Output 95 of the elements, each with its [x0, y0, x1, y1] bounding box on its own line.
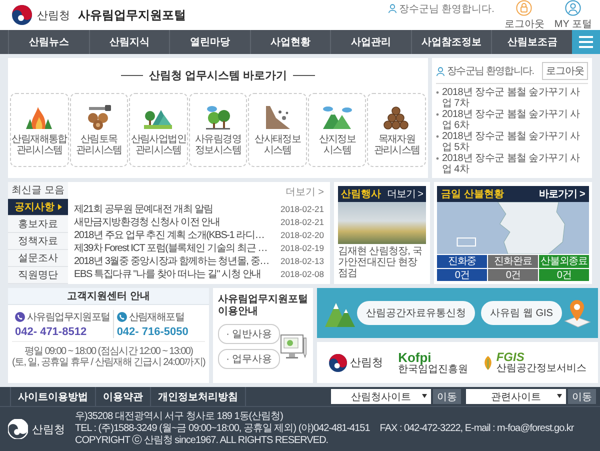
status-count: 0건: [539, 268, 589, 281]
map-pin-icon: [562, 297, 592, 329]
photo-caption: 김재현 산림청장, 국가안전대진단 현장 점검: [338, 246, 423, 279]
nav-item[interactable]: 산림뉴스: [8, 30, 89, 54]
user-icon: [436, 66, 445, 76]
post-title[interactable]: EBS 특집다큐 "나를 찾아 떠나는 길" 시청 안내: [74, 266, 261, 280]
board-tab[interactable]: 공지사항: [8, 199, 68, 216]
board-tab[interactable]: 정책자료: [8, 233, 68, 250]
nav-item[interactable]: 사업현황: [250, 30, 330, 54]
logout-button[interactable]: 로그아웃: [542, 62, 588, 80]
logo-text: 한국임업진흥원: [398, 364, 468, 374]
panel-title: 산림행사: [341, 188, 381, 201]
leaf-icon: [483, 356, 494, 370]
contact-text: TEL : (주)1588-3249 (월~금 09:00~18:00, 공휴일 제외) (야)042-481-4151: [75, 423, 370, 434]
system-shortcut[interactable]: 산림토목 관리시스템: [70, 93, 128, 167]
post-date: 2018-02-21: [280, 216, 324, 226]
logout-button[interactable]: 로그아웃: [504, 0, 544, 30]
footer-link[interactable]: 개인정보처리방침: [151, 387, 246, 406]
nav-item[interactable]: 사업참조정보: [410, 30, 492, 54]
caret-icon: [422, 394, 427, 398]
panel-title: 사유림업무지원포털 이용안내: [218, 294, 308, 318]
system-shortcut[interactable]: 목재자원 관리시스템: [367, 93, 426, 167]
board-tab[interactable]: 설문조사: [8, 250, 68, 267]
phone-number: 042- 471-8512: [15, 326, 88, 338]
logo-icon: [328, 354, 347, 372]
logo-icon: [12, 5, 32, 25]
system-shortcut[interactable]: 사유림경영 정보시스템: [188, 93, 248, 167]
more-link[interactable]: 더보기 >: [386, 187, 423, 201]
caret-icon: [557, 394, 562, 398]
address-text: 우)35208 대전광역시 서구 청사로 189 1동(산림청): [75, 411, 284, 423]
phone-icon: [116, 312, 127, 322]
status-count: 0건: [488, 268, 538, 281]
contact-name: 산림재해포털: [128, 311, 184, 324]
board-tab[interactable]: 홍보자료: [8, 216, 68, 233]
post-title[interactable]: 2018년 주요 업무 추진 계획 소개(KBS-1 라디…: [74, 228, 264, 242]
menu-button[interactable]: [572, 30, 600, 54]
logo-text: 산림공간정보서비스: [496, 363, 586, 374]
site-select[interactable]: 관련사이트: [466, 389, 566, 404]
site-select[interactable]: 산림청사이트: [331, 389, 431, 404]
board-tab[interactable]: 직원명단: [8, 267, 68, 284]
post-title[interactable]: 새만금지방환경청 신청사 이전 안내: [74, 214, 220, 228]
nav-item[interactable]: 산림지식: [88, 30, 170, 54]
menu-icon: [579, 36, 594, 48]
post-date: 2018-02-19: [280, 242, 324, 252]
post-date: 2018-02-13: [280, 256, 324, 266]
hours-note: (토, 일, 공휴일 휴무 / 산림재해 긴급시 24:00까지): [12, 357, 206, 368]
nav-item[interactable]: 사업관리: [330, 30, 411, 54]
section-title: 산림청 업무시스템 바로가기: [148, 69, 288, 83]
system-shortcut[interactable]: 산림사업법인 관리시스템: [129, 93, 188, 167]
post-title[interactable]: 2018년 3월중 중앙시장과 함께하는 청년몰, 중…: [74, 254, 269, 268]
caret-icon: [58, 204, 62, 210]
phone-icon: [15, 312, 25, 322]
guide-button[interactable]: · 일반사용: [218, 324, 280, 344]
status-label: 진화중: [437, 255, 487, 268]
contact-name: 사유림업무지원포털: [27, 311, 110, 324]
banner-button[interactable]: 사유림 웹 GIS: [481, 301, 562, 325]
site-title: 사유림업무지원포털: [78, 6, 186, 24]
post-date: 2018-02-20: [280, 230, 324, 240]
footer-link[interactable]: 사이트이용방법: [10, 387, 96, 406]
go-button[interactable]: 이동: [568, 389, 596, 404]
copyright-text: COPYRIGHT ⓒ 산림청 since1967. ALL RIGHTS RESERVED.: [75, 435, 330, 447]
system-shortcut[interactable]: 산사태정보 시스템: [248, 93, 307, 167]
panel-title: 금일 산불현황: [441, 188, 504, 201]
logo-icon: [8, 419, 28, 439]
phone-number: 042- 716-5050: [116, 326, 190, 338]
status-count: 0건: [437, 268, 487, 281]
status-label: 진화완료: [488, 255, 538, 268]
status-label: 산불외종료: [539, 255, 589, 268]
system-shortcut[interactable]: 산림재해통합 관리시스템: [10, 93, 69, 167]
logo-text: Kofpi: [398, 350, 432, 364]
post-title[interactable]: 제39차 Forest ICT 포럼(블록체인 기술의 최근 …: [74, 240, 267, 254]
logo-text: 산림청: [350, 356, 383, 370]
contact-text: FAX : 042-472-3222, E-mail : m-foa@forest.go.kr: [380, 423, 574, 435]
greeting-text: 장수군님 환영합니다.: [398, 2, 494, 16]
logo-text: FGIS: [496, 351, 524, 363]
post-date: 2018-02-08: [280, 268, 324, 278]
guide-button[interactable]: · 업무사용: [218, 349, 280, 369]
banner-button[interactable]: 산림공간자료유통신청: [357, 301, 476, 325]
logo-text: 산림청: [37, 8, 70, 22]
logo-text: 산림청: [32, 422, 65, 436]
post-date: 2018-02-21: [280, 204, 324, 214]
post-title[interactable]: 제21회 공무원 문예대전 개최 알림: [74, 202, 213, 216]
footer-link[interactable]: 이용약관: [96, 387, 151, 406]
user-icon: [388, 4, 397, 13]
panel-title: 고객지원센터 안내: [67, 290, 150, 303]
system-shortcut[interactable]: 산지정보 시스템: [308, 93, 366, 167]
go-button[interactable]: 이동: [433, 389, 461, 404]
monitor-drawing-icon: [280, 332, 308, 362]
shortcut-link[interactable]: 바로가기 >: [538, 187, 585, 201]
my-portal-button[interactable]: MY 포털: [554, 0, 592, 30]
nav-item[interactable]: 열린마당: [169, 30, 250, 54]
more-link[interactable]: 더보기 >: [285, 185, 324, 199]
mountain-icon: [321, 104, 354, 130]
hours-text: 평일 09:00 ~ 18:00 (점심시간 12:00 ~ 13:00): [23, 346, 194, 357]
greeting-text: 장수군님 환영합니다.: [447, 65, 534, 78]
